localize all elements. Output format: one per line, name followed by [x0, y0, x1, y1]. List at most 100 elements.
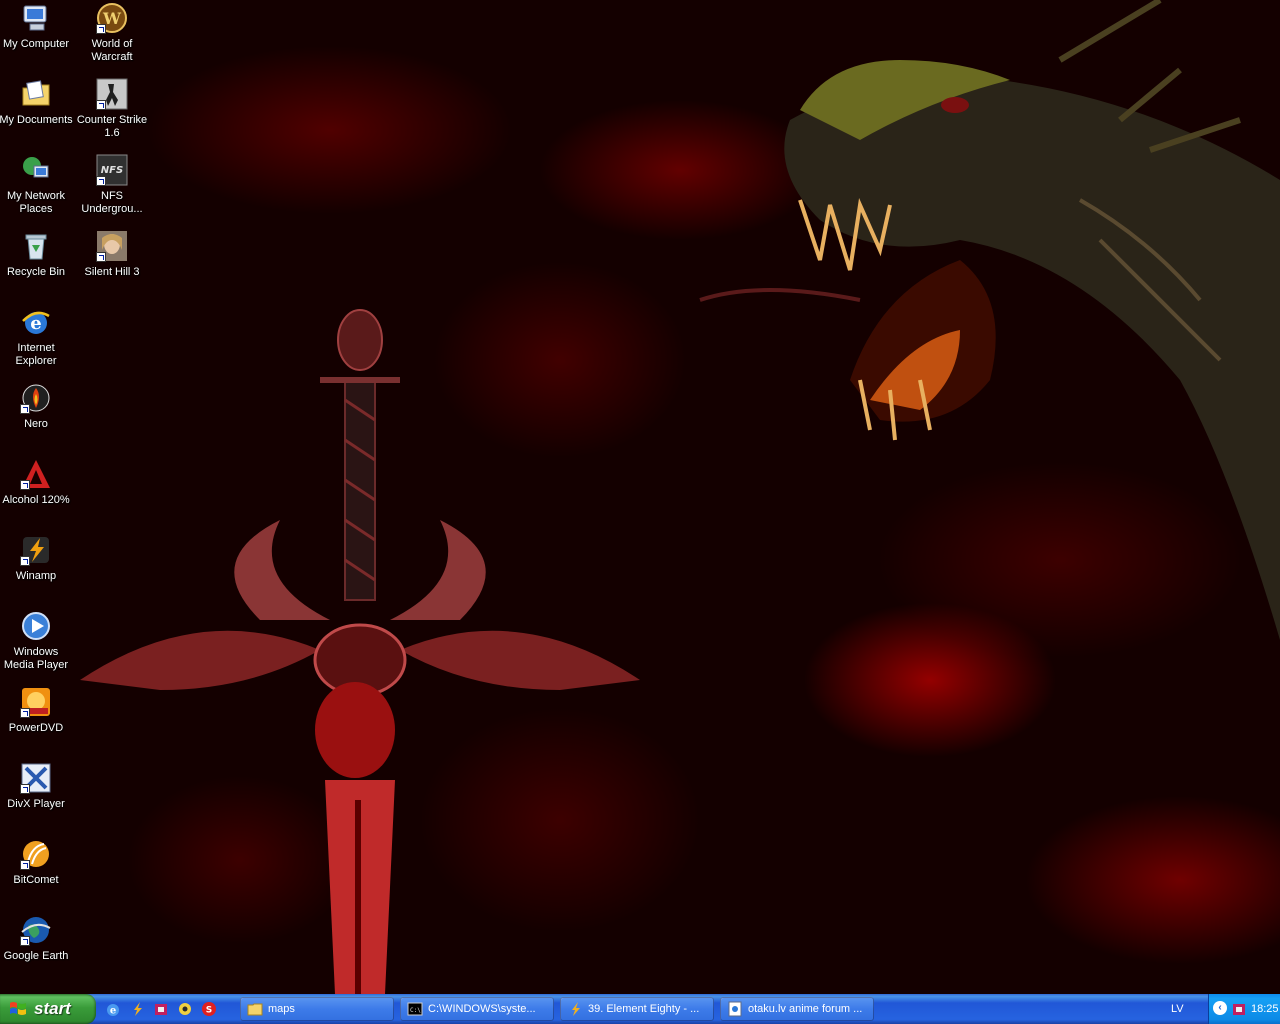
folder-icon	[247, 1003, 263, 1016]
shortcut-arrow-icon	[96, 100, 106, 110]
desktop-icon-label: My Documents	[0, 114, 73, 126]
desktop-icon-my-network-places[interactable]: My Network Places	[0, 154, 74, 216]
desktop-icon-silent-hill[interactable]: Silent Hill 3	[74, 230, 150, 279]
bitcomet-icon	[20, 838, 52, 870]
language-indicator[interactable]: LV	[1171, 1003, 1184, 1015]
quicklaunch-internet-explorer[interactable]: e	[104, 999, 122, 1019]
recycle-bin-icon	[20, 230, 52, 262]
internet-explorer-icon: e	[20, 306, 52, 338]
desktop-icon-label: Windows Media Player	[3, 646, 69, 671]
desktop-icon-label: Google Earth	[3, 950, 69, 962]
svg-text:S: S	[206, 1006, 212, 1016]
desktop-icon-bitcomet[interactable]: BitComet	[0, 838, 74, 887]
shortcut-arrow-icon	[20, 860, 30, 870]
notification-area: ‹ 18:25	[1208, 994, 1280, 1024]
desktop-icon-label: PowerDVD	[8, 722, 64, 734]
shortcut-arrow-icon	[20, 556, 30, 566]
desktop-icon-label: My Network Places	[6, 190, 66, 215]
shortcut-arrow-icon	[96, 176, 106, 186]
quicklaunch-skype[interactable]: S	[200, 999, 218, 1019]
winamp-icon	[572, 1002, 580, 1016]
desktop-icon-divx-player[interactable]: DivX Player	[0, 762, 74, 811]
desktop-icon-label: BitComet	[13, 874, 59, 886]
quicklaunch-media[interactable]	[176, 999, 194, 1019]
task-button-label: 39. Element Eighty - ...	[588, 1003, 700, 1015]
media-icon	[179, 1003, 191, 1015]
wallpaper-art	[80, 0, 1280, 994]
shortcut-arrow-icon	[20, 784, 30, 794]
nero-icon	[20, 382, 52, 414]
desktop-icon-label: World of Warcraft	[91, 38, 133, 63]
start-label: start	[34, 999, 71, 1018]
browser-page-icon	[728, 1001, 742, 1017]
winamp-icon	[134, 1002, 142, 1016]
system-tray: LV ‹ 18:25	[1160, 994, 1280, 1024]
world-of-warcraft-icon: W	[96, 2, 128, 34]
quick-launch: e S	[104, 999, 218, 1019]
task-button-label: maps	[268, 1003, 295, 1015]
task-button-label: C:\WINDOWS\syste...	[428, 1003, 536, 1015]
nfs-underground-icon: NFS	[96, 154, 128, 186]
desktop-icon-my-computer[interactable]: My Computer	[0, 2, 74, 51]
task-button-label: otaku.lv anime forum ...	[748, 1003, 863, 1015]
svg-text:e: e	[30, 313, 41, 334]
internet-explorer-icon: e	[107, 1004, 119, 1017]
desktop-icon-world-of-warcraft[interactable]: W World of Warcraft	[74, 2, 150, 64]
winamp-icon	[20, 534, 52, 566]
silent-hill-icon	[96, 230, 128, 262]
desktop-icon-label: DivX Player	[7, 798, 65, 810]
dragon-illustration	[699, 0, 1280, 641]
start-button[interactable]: start	[0, 994, 96, 1024]
quicklaunch-winamp[interactable]	[128, 999, 146, 1019]
desktop-icon-internet-explorer[interactable]: e Internet Explorer	[0, 306, 74, 368]
show-hidden-icons-button[interactable]: ‹	[1213, 1001, 1227, 1015]
task-button-winamp[interactable]: 39. Element Eighty - ...	[560, 997, 714, 1021]
desktop-icon-label: Silent Hill 3	[84, 266, 140, 278]
desktop-icon-nfs-underground[interactable]: NFS NFS Undergrou...	[74, 154, 150, 216]
task-button-browser[interactable]: otaku.lv anime forum ...	[720, 997, 874, 1021]
sword-illustration	[80, 309, 640, 994]
clock[interactable]: 18:25	[1251, 1003, 1279, 1015]
desktop-icon-windows-media-player[interactable]: Windows Media Player	[0, 610, 74, 672]
desktop-icon-recycle-bin[interactable]: Recycle Bin	[0, 230, 74, 279]
svg-text:C:\: C:\	[410, 1007, 421, 1014]
windows-logo-icon	[10, 1002, 26, 1015]
counter-strike-icon	[96, 78, 128, 110]
tray-app-icon[interactable]	[1231, 1001, 1247, 1017]
desktop-icon-label: Internet Explorer	[15, 342, 57, 367]
task-button-maps[interactable]: maps	[240, 997, 394, 1021]
desktop-icon-label: Counter Strike 1.6	[76, 114, 148, 139]
desktop-icon-label: Nero	[24, 418, 48, 430]
my-computer-icon	[20, 2, 52, 34]
desktop-icon-label: Recycle Bin	[6, 266, 66, 278]
shortcut-arrow-icon	[96, 24, 106, 34]
svg-text:NFS: NFS	[101, 165, 123, 176]
my-documents-icon	[20, 78, 52, 110]
shortcut-arrow-icon	[20, 708, 30, 718]
svg-text:e: e	[110, 1006, 116, 1017]
shortcut-arrow-icon	[20, 480, 30, 490]
windows-media-player-icon	[20, 610, 52, 642]
quicklaunch-tray-app[interactable]	[152, 999, 170, 1019]
network-places-icon	[20, 154, 52, 186]
powerdvd-icon	[20, 686, 52, 718]
desktop-icon-label: Alcohol 120%	[2, 494, 70, 506]
desktop-icon-my-documents[interactable]: My Documents	[0, 78, 74, 127]
desktop-icon-alcohol[interactable]: Alcohol 120%	[0, 458, 74, 507]
desktop-icon-google-earth[interactable]: Google Earth	[0, 914, 74, 963]
divx-player-icon	[20, 762, 52, 794]
desktop-icon-powerdvd[interactable]: PowerDVD	[0, 686, 74, 735]
desktop-icon-label: Winamp	[15, 570, 57, 582]
shortcut-arrow-icon	[20, 936, 30, 946]
desktop-icon-counter-strike[interactable]: Counter Strike 1.6	[74, 78, 150, 140]
shortcut-arrow-icon	[96, 252, 106, 262]
task-button-command-prompt[interactable]: C:\ C:\WINDOWS\syste...	[400, 997, 554, 1021]
desktop-icon-label: NFS Undergrou...	[81, 190, 143, 215]
desktop-icon-nero[interactable]: Nero	[0, 382, 74, 431]
desktop-icon-winamp[interactable]: Winamp	[0, 534, 74, 583]
desktop-icon-label: My Computer	[2, 38, 70, 50]
command-prompt-icon: C:\	[407, 1002, 423, 1016]
desktop: My Computer My Documents My Network Plac…	[0, 0, 1280, 994]
shortcut-arrow-icon	[20, 404, 30, 414]
taskbar: start e S maps C:\ C:\WINDOWS\syste... 3…	[0, 994, 1280, 1024]
